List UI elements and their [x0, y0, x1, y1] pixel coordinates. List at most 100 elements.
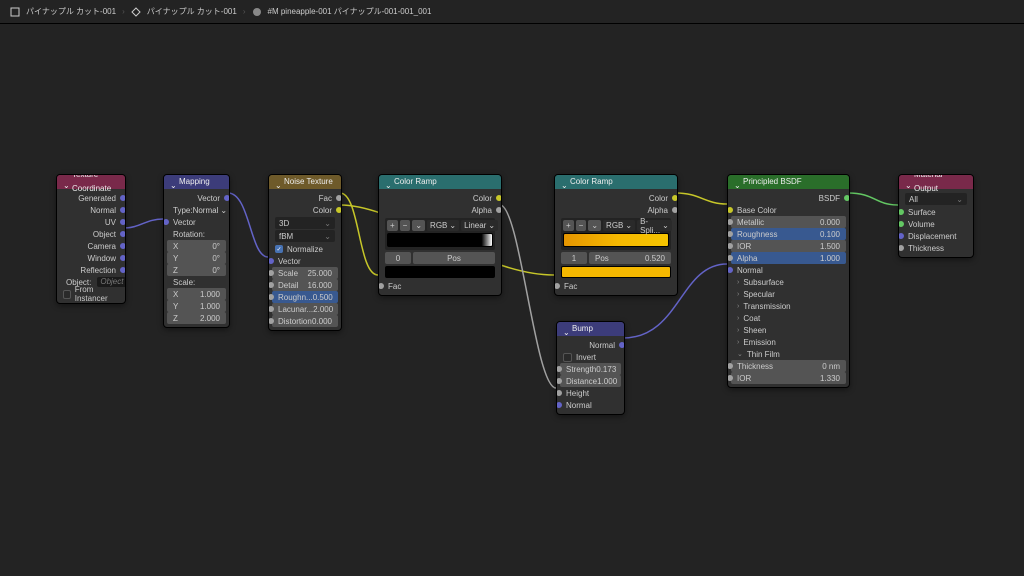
socket-vector-out[interactable]: Vector — [167, 192, 226, 204]
stop-index[interactable]: 0 — [385, 252, 411, 264]
ramp-gradient[interactable] — [387, 233, 493, 247]
ramp-menu-button[interactable]: ⌄ — [588, 220, 601, 231]
socket-thickness-in[interactable]: Thickness — [902, 242, 970, 254]
add-stop-button[interactable]: + — [563, 220, 574, 231]
thinfilm-ior-field[interactable]: IOR1.330 — [731, 372, 846, 384]
roughness-field[interactable]: Roughn...0.500 — [272, 291, 338, 303]
ramp-gradient[interactable] — [563, 233, 669, 247]
node-principled-bsdf[interactable]: ⌄Principled BSDF BSDF Base Color Metalli… — [727, 174, 850, 388]
scale-x[interactable]: X1.000 — [167, 288, 226, 300]
socket-normal[interactable]: Normal — [60, 204, 122, 216]
from-instancer-checkbox[interactable]: From Instancer — [57, 288, 125, 300]
socket-window[interactable]: Window — [60, 252, 122, 264]
node-header[interactable]: ⌄Bump — [557, 322, 624, 336]
interpolation-dropdown[interactable]: B-Spli...⌄ — [637, 220, 672, 231]
socket-fac-out[interactable]: Fac — [272, 192, 338, 204]
invert-checkbox[interactable]: Invert — [557, 351, 624, 363]
lacunarity-field[interactable]: Lacunar...2.000 — [272, 303, 338, 315]
stop-pos[interactable]: Pos — [413, 252, 495, 264]
socket-height-in[interactable]: Height — [560, 387, 621, 399]
ior-field[interactable]: IOR1.500 — [731, 240, 846, 252]
node-header[interactable]: ⌄Principled BSDF — [728, 175, 849, 189]
detail-field[interactable]: Detail16.000 — [272, 279, 338, 291]
socket-surface-in[interactable]: Surface — [902, 206, 970, 218]
breadcrumb-item[interactable]: パイナップル カット-001 — [26, 6, 116, 17]
node-mapping[interactable]: ⌄Mapping Vector Type:Normal⌄ Vector Rota… — [163, 174, 230, 328]
group-subsurface[interactable]: ›Subsurface — [731, 276, 846, 288]
ramp-menu-button[interactable]: ⌄ — [412, 220, 425, 231]
socket-vector-in[interactable]: Vector — [272, 255, 338, 267]
group-transmission[interactable]: ›Transmission — [731, 300, 846, 312]
color-ramp-widget[interactable]: + − ⌄ RGB⌄ Linear⌄ — [385, 218, 495, 250]
group-thinfilm[interactable]: ⌄Thin Film — [731, 348, 846, 360]
interpolation-dropdown[interactable]: Linear⌄ — [461, 220, 498, 231]
group-emission[interactable]: ›Emission — [731, 336, 846, 348]
node-header[interactable]: ⌄Mapping — [164, 175, 229, 189]
scale-field[interactable]: Scale25.000 — [272, 267, 338, 279]
socket-generated[interactable]: Generated — [60, 192, 122, 204]
socket-basecolor-in[interactable]: Base Color — [731, 204, 846, 216]
group-sheen[interactable]: ›Sheen — [731, 324, 846, 336]
distance-field[interactable]: Distance1.000 — [560, 375, 621, 387]
color-ramp-widget[interactable]: + − ⌄ RGB⌄ B-Spli...⌄ — [561, 218, 671, 250]
socket-alpha-out[interactable]: Alpha — [382, 204, 498, 216]
group-specular[interactable]: ›Specular — [731, 288, 846, 300]
socket-alpha-out[interactable]: Alpha — [558, 204, 674, 216]
remove-stop-button[interactable]: − — [400, 220, 411, 231]
basis-dropdown[interactable]: fBM⌄ — [275, 230, 335, 242]
node-header[interactable]: ⌄Color Ramp — [555, 175, 677, 189]
socket-bsdf-out[interactable]: BSDF — [731, 192, 846, 204]
socket-reflection[interactable]: Reflection — [60, 264, 122, 276]
socket-displacement-in[interactable]: Displacement — [902, 230, 970, 242]
node-color-ramp-2[interactable]: ⌄Color Ramp Color Alpha + − ⌄ RGB⌄ B-Spl… — [554, 174, 678, 296]
add-stop-button[interactable]: + — [387, 220, 398, 231]
node-header[interactable]: ⌄Noise Texture — [269, 175, 341, 189]
dimension-dropdown[interactable]: 3D⌄ — [275, 217, 335, 229]
node-editor-canvas[interactable]: ⌄Texture Coordinate Generated Normal UV … — [0, 24, 1024, 576]
socket-normal-out[interactable]: Normal — [560, 339, 621, 351]
socket-normal-in[interactable]: Normal — [560, 399, 621, 411]
scale-y[interactable]: Y1.000 — [167, 300, 226, 312]
node-header[interactable]: ⌄Material Output — [899, 175, 973, 189]
roughness-field[interactable]: Roughness0.100 — [731, 228, 846, 240]
stop-pos[interactable]: Pos0.520 — [589, 252, 671, 264]
node-texture-coordinate[interactable]: ⌄Texture Coordinate Generated Normal UV … — [56, 174, 126, 304]
rotation-z[interactable]: Z0° — [167, 264, 226, 276]
stop-color-swatch[interactable] — [561, 266, 671, 278]
color-mode-dropdown[interactable]: RGB⌄ — [427, 220, 459, 231]
normalize-checkbox[interactable]: ✓Normalize — [269, 243, 341, 255]
socket-color-out[interactable]: Color — [382, 192, 498, 204]
socket-vector-in[interactable]: Vector — [167, 216, 226, 228]
socket-normal-in[interactable]: Normal — [731, 264, 846, 276]
socket-uv[interactable]: UV — [60, 216, 122, 228]
socket-fac-in[interactable]: Fac — [558, 280, 674, 292]
alpha-field[interactable]: Alpha1.000 — [731, 252, 846, 264]
node-bump[interactable]: ⌄Bump Normal Invert Strength0.173 Distan… — [556, 321, 625, 415]
thickness-field[interactable]: Thickness0 nm — [731, 360, 846, 372]
socket-color-out[interactable]: Color — [558, 192, 674, 204]
node-color-ramp-1[interactable]: ⌄Color Ramp Color Alpha + − ⌄ RGB⌄ Linea… — [378, 174, 502, 296]
type-dropdown[interactable]: Type:Normal⌄ — [167, 204, 226, 216]
scale-z[interactable]: Z2.000 — [167, 312, 226, 324]
socket-camera[interactable]: Camera — [60, 240, 122, 252]
rotation-x[interactable]: X0° — [167, 240, 226, 252]
stop-color-swatch[interactable] — [385, 266, 495, 278]
socket-object[interactable]: Object — [60, 228, 122, 240]
node-material-output[interactable]: ⌄Material Output All⌄ Surface Volume Dis… — [898, 174, 974, 258]
distortion-field[interactable]: Distortion0.000 — [272, 315, 338, 327]
rotation-y[interactable]: Y0° — [167, 252, 226, 264]
socket-volume-in[interactable]: Volume — [902, 218, 970, 230]
socket-fac-in[interactable]: Fac — [382, 280, 498, 292]
strength-field[interactable]: Strength0.173 — [560, 363, 621, 375]
color-mode-dropdown[interactable]: RGB⌄ — [603, 220, 635, 231]
breadcrumb-item[interactable]: パイナップル カット-001 — [147, 6, 237, 17]
breadcrumb-item[interactable]: #M pineapple-001 パイナップル-001-001_001 — [268, 6, 432, 17]
metallic-field[interactable]: Metallic0.000 — [731, 216, 846, 228]
stop-index[interactable]: 1 — [561, 252, 587, 264]
remove-stop-button[interactable]: − — [576, 220, 587, 231]
group-coat[interactable]: ›Coat — [731, 312, 846, 324]
node-header[interactable]: ⌄Texture Coordinate — [57, 175, 125, 189]
node-noise-texture[interactable]: ⌄Noise Texture Fac Color 3D⌄ fBM⌄ ✓Norma… — [268, 174, 342, 331]
socket-color-out[interactable]: Color — [272, 204, 338, 216]
node-header[interactable]: ⌄Color Ramp — [379, 175, 501, 189]
